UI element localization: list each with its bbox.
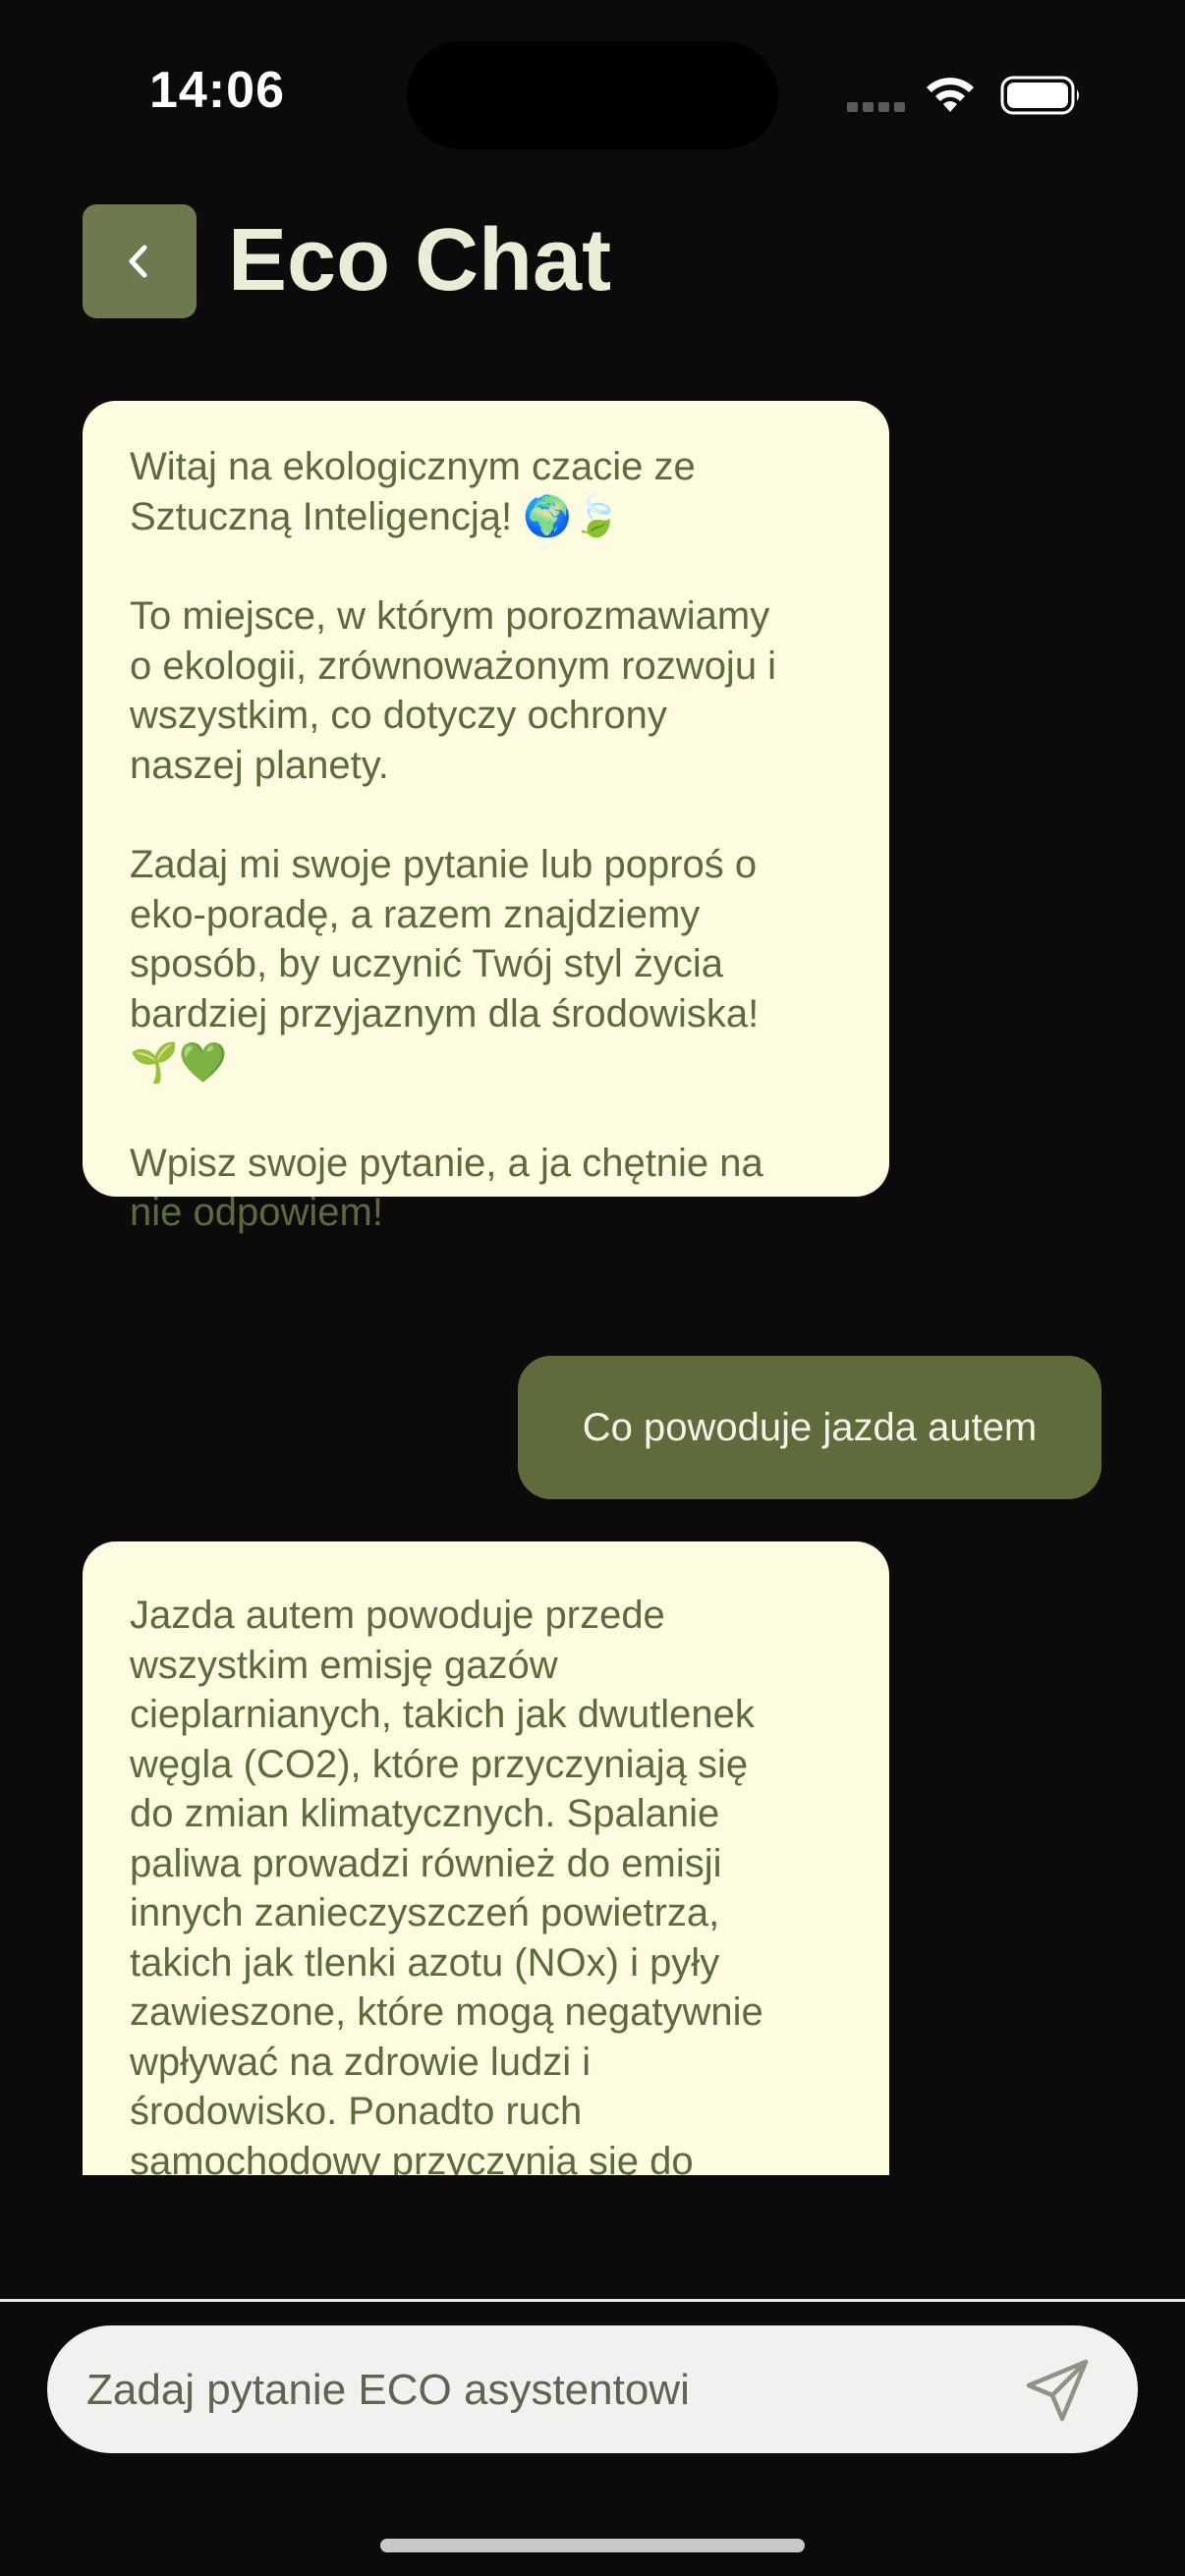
message-list[interactable]: Witaj na ekologicznym czacie ze Sztuczną… [0,373,1185,2175]
user-message-text: Co powoduje jazda autem [582,1405,1038,1449]
signal-icon [847,102,906,112]
send-button[interactable] [1020,2353,1095,2428]
composer-divider [0,2299,1185,2302]
status-time: 14:06 [149,62,285,119]
message-paragraph: Witaj na ekologicznym czacie ze Sztuczną… [130,445,696,538]
back-button[interactable] [83,204,197,318]
user-message-bubble: Co powoduje jazda autem [518,1356,1101,1499]
wifi-icon [927,78,974,112]
battery-icon [1000,76,1079,115]
assistant-message-bubble: Jazda autem powoduje przede wszystkim em… [83,1541,889,2175]
message-paragraph: Wpisz swoje pytanie, a ja chętnie na nie… [130,1141,763,1235]
message-text: Jazda autem powoduje przede wszystkim em… [130,1594,763,2175]
assistant-message-bubble: Witaj na ekologicznym czacie ze Sztuczną… [83,401,889,1234]
message-paragraph: To miejsce, w którym porozmawiamy o ekol… [130,594,777,787]
dynamic-island [407,41,778,149]
status-icons [847,69,1083,120]
composer-bar [47,2325,1138,2455]
send-icon [1026,2359,1089,2422]
message-paragraph: Zadaj mi swoje pytanie lub poproś o eko-… [130,843,760,1085]
chevron-left-icon [129,245,147,278]
page-title: Eco Chat [228,211,612,309]
message-input[interactable] [85,2325,1002,2455]
chat-screen: 14:06 Eco Chat Witaj na ekologicznym cza… [0,0,1185,2576]
home-indicator[interactable] [380,2539,805,2552]
